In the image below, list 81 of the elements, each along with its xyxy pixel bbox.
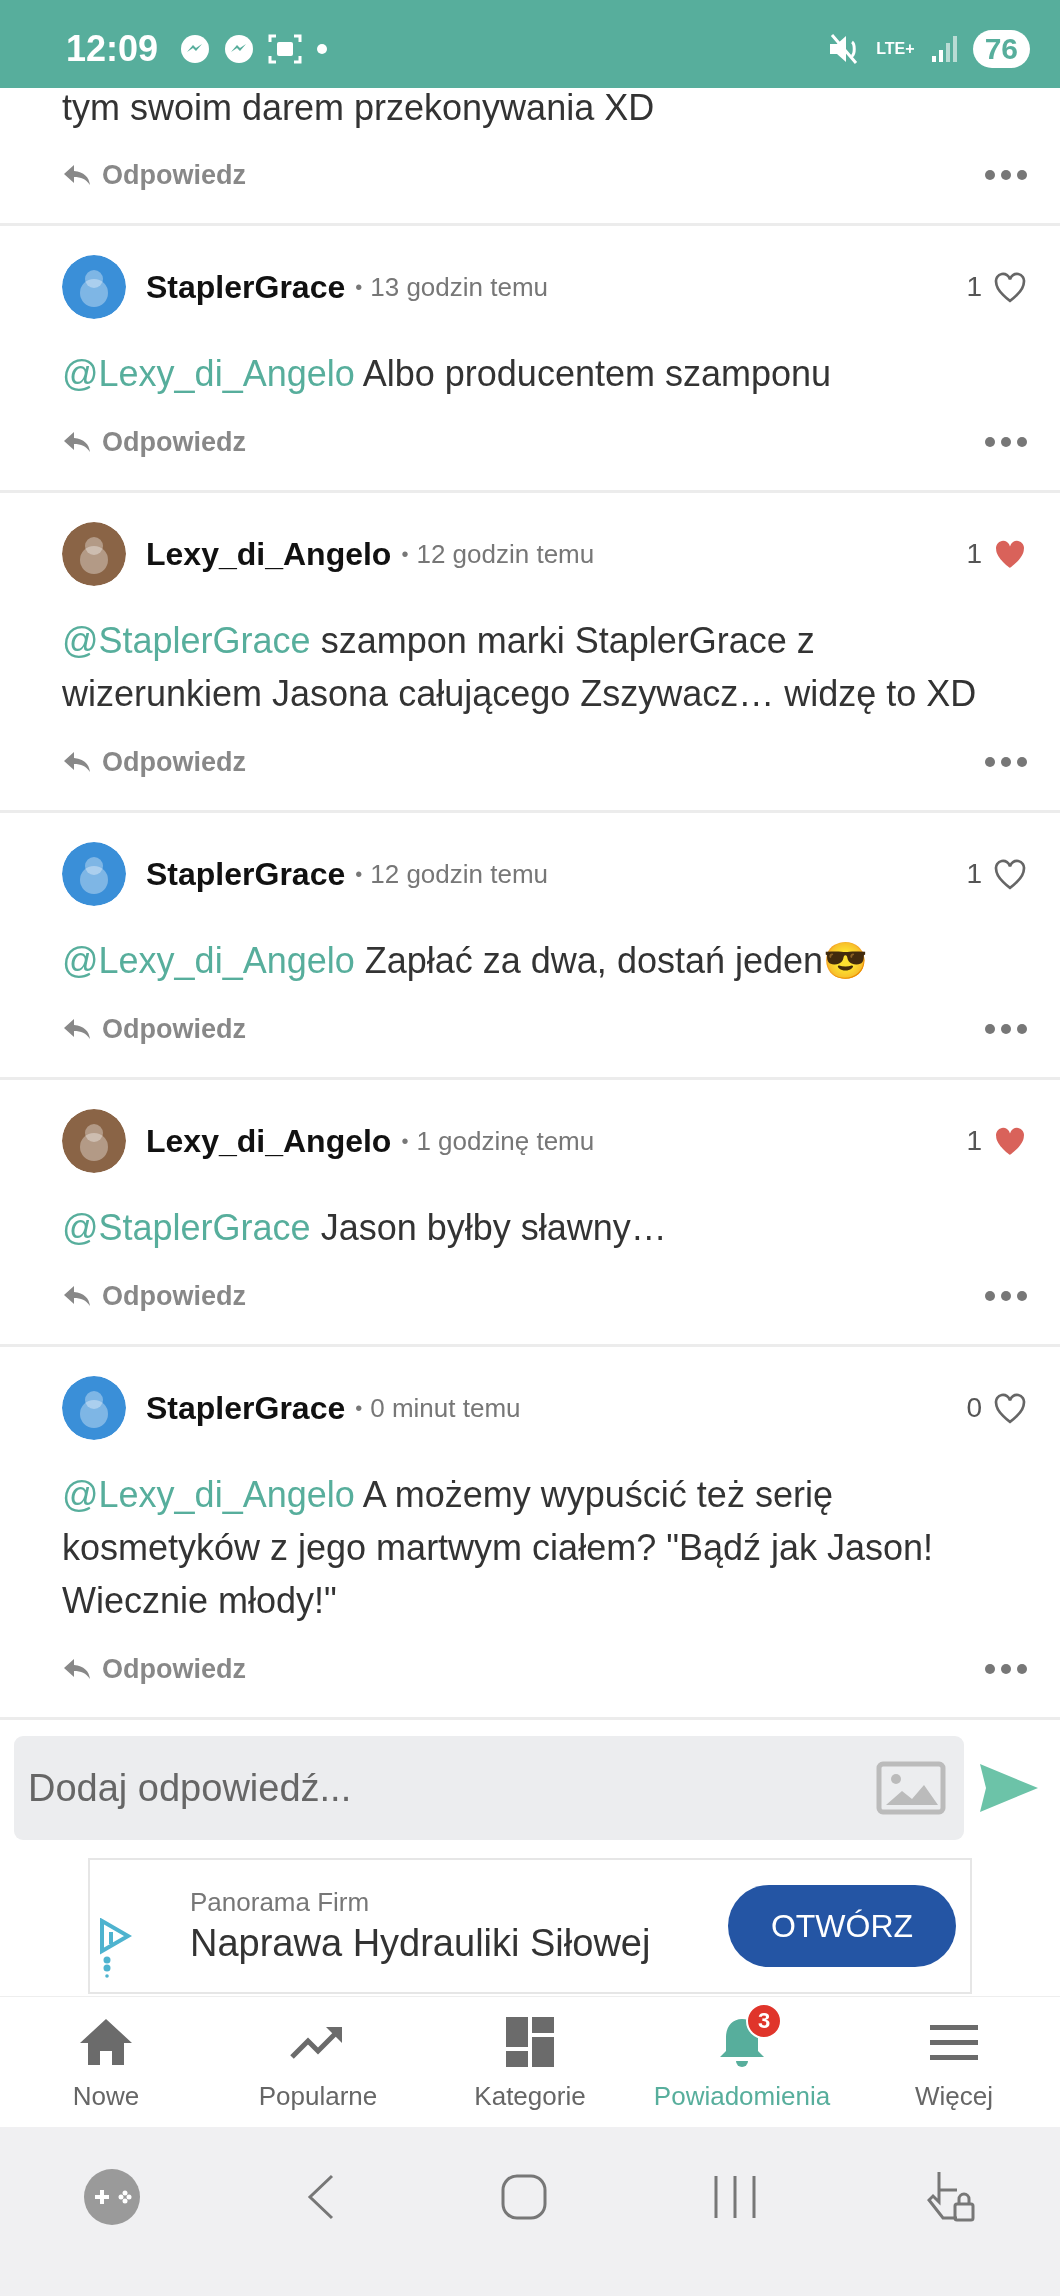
nav-tab[interactable]: Kategorie: [424, 1997, 636, 2127]
heart-icon[interactable]: [992, 271, 1028, 303]
username[interactable]: StaplerGrace: [146, 855, 346, 893]
nav-tab[interactable]: 3 Powiadomienia: [636, 1997, 848, 2127]
username[interactable]: StaplerGrace: [146, 268, 346, 306]
ad-headline: Naprawa Hydrauliki Siłowej: [190, 1922, 652, 1965]
separator-dot: •: [401, 542, 409, 566]
timestamp: 0 minut temu: [370, 1392, 521, 1424]
messenger-icon: [224, 34, 255, 64]
username[interactable]: StaplerGrace: [146, 1389, 346, 1427]
comment-text: tym swoim darem przekonywania XD: [62, 88, 656, 128]
more-options-icon[interactable]: [984, 1290, 1028, 1302]
reply-button[interactable]: Odpowiedz: [62, 1653, 246, 1685]
nav-tab[interactable]: Popularne: [212, 1997, 424, 2127]
separator-dot: •: [401, 1129, 409, 1153]
timestamp: 13 godzin temu: [370, 271, 549, 303]
network-type: LTE+: [876, 41, 915, 57]
comment-text: @StaplerGrace Jason byłby sławny…: [62, 1206, 668, 1250]
mention-link[interactable]: @StaplerGrace: [62, 1207, 311, 1248]
more-options-icon[interactable]: [984, 1023, 1028, 1035]
mention-link[interactable]: @StaplerGrace: [62, 620, 311, 661]
comment-text: @Lexy_di_Angelo Albo producentem szamponu: [62, 352, 833, 396]
timestamp: 12 godzin temu: [416, 538, 595, 570]
reply-icon: [62, 430, 92, 454]
like-count: 1: [966, 1125, 982, 1157]
heart-icon[interactable]: [992, 858, 1028, 890]
like-count: 0: [966, 1392, 982, 1424]
back-icon[interactable]: [305, 2173, 336, 2220]
mention-link[interactable]: @Lexy_di_Angelo: [62, 353, 355, 394]
reply-icon: [62, 750, 92, 774]
heart-icon[interactable]: [992, 1392, 1028, 1424]
comment-text: @Lexy_di_Angelo A możemy wypuścić też serię kosmetyków z jego martwym ciałem? "Bądź jak Jason! Wiecznie młody!": [62, 1473, 935, 1623]
recent-apps-icon[interactable]: [712, 2173, 759, 2220]
avatar[interactable]: [62, 1376, 126, 1440]
reply-icon: [62, 1017, 92, 1041]
avatar[interactable]: [62, 255, 126, 319]
ad-choices-icon[interactable]: [98, 1918, 132, 1978]
clock: 12:09: [66, 28, 159, 70]
more-options-icon[interactable]: [984, 436, 1028, 448]
more-options-icon[interactable]: [984, 169, 1028, 181]
nav-tab[interactable]: Więcej: [848, 1997, 1060, 2127]
reply-input-field[interactable]: Dodaj odpowiedź...: [14, 1736, 964, 1840]
like-count: 1: [966, 858, 982, 890]
game-launcher-icon[interactable]: [82, 2167, 141, 2226]
mention-link[interactable]: @Lexy_di_Angelo: [62, 940, 355, 981]
separator-dot: •: [355, 862, 363, 886]
notification-dot-icon: [316, 43, 329, 55]
comment-text: @Lexy_di_Angelo Zapłać za dwa, dostań jeden😎: [62, 939, 870, 983]
reply-button[interactable]: Odpowiedz: [62, 1280, 246, 1312]
reply-button[interactable]: Odpowiedz: [62, 746, 246, 778]
more-options-icon[interactable]: [984, 756, 1028, 768]
comment-text: @StaplerGrace szampon marki StaplerGrace z wizerunkiem Jasona całującego Zszywacz… widzę to XD: [62, 619, 978, 716]
reply-button[interactable]: Odpowiedz: [62, 426, 246, 458]
avatar[interactable]: [62, 1109, 126, 1173]
reply-icon: [62, 1657, 92, 1681]
send-icon[interactable]: [978, 1762, 1040, 1814]
reply-button[interactable]: Odpowiedz: [62, 1013, 246, 1045]
username[interactable]: Lexy_di_Angelo: [146, 535, 392, 573]
notification-badge: 3: [746, 2002, 782, 2039]
timestamp: 12 godzin temu: [370, 858, 549, 890]
home-button-icon[interactable]: [500, 2173, 547, 2220]
more-options-icon[interactable]: [984, 1663, 1028, 1675]
timestamp: 1 godzinę temu: [416, 1125, 595, 1157]
reply-icon: [62, 163, 92, 187]
nav-tab[interactable]: Nowe: [0, 1997, 212, 2127]
reply-button[interactable]: Odpowiedz: [62, 159, 246, 191]
ad-banner[interactable]: Panorama Firm Naprawa Hydrauliki Siłowej OTWÓRZ: [88, 1858, 972, 1994]
avatar[interactable]: [62, 842, 126, 906]
battery-level: 76: [972, 30, 1030, 68]
messenger-icon: [180, 34, 211, 64]
username[interactable]: Lexy_di_Angelo: [146, 1122, 392, 1160]
mention-link[interactable]: @Lexy_di_Angelo: [62, 1474, 355, 1515]
separator-dot: •: [355, 275, 363, 299]
reply-icon: [62, 1284, 92, 1308]
avatar[interactable]: [62, 522, 126, 586]
like-count: 1: [966, 271, 982, 303]
advertiser-name: Panorama Firm: [190, 1887, 371, 1918]
separator-dot: •: [355, 1396, 363, 1420]
open-button[interactable]: OTWÓRZ: [728, 1885, 956, 1967]
like-count: 1: [966, 538, 982, 570]
screenshot-icon: [268, 33, 303, 65]
